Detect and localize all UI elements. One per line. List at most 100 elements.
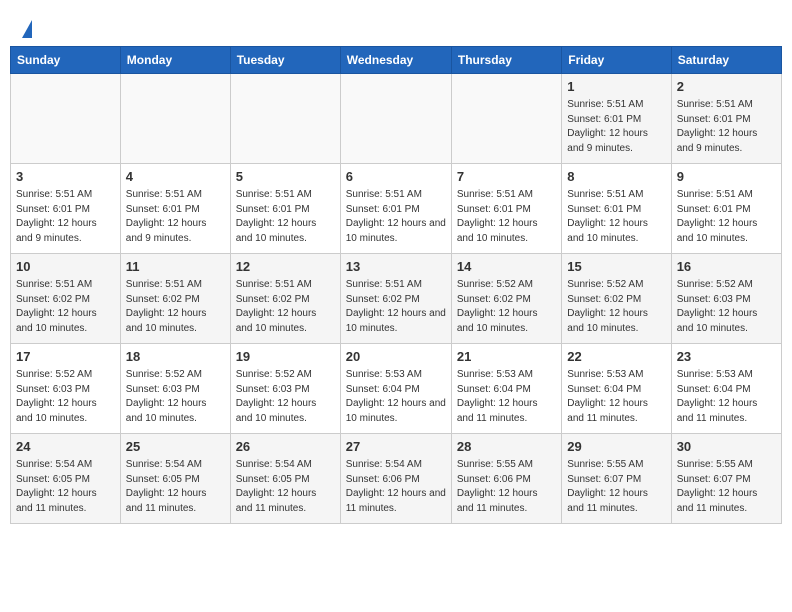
day-info: Sunrise: 5:55 AM Sunset: 6:07 PM Dayligh… — [677, 458, 776, 516]
day-info: Sunrise: 5:53 AM Sunset: 6:04 PM Dayligh… — [567, 368, 665, 426]
calendar-cell — [230, 74, 340, 164]
day-info: Sunrise: 5:52 AM Sunset: 6:03 PM Dayligh… — [236, 368, 335, 426]
day-info: Sunrise: 5:51 AM Sunset: 6:02 PM Dayligh… — [16, 278, 115, 336]
calendar-cell — [340, 74, 451, 164]
calendar-cell: 16Sunrise: 5:52 AM Sunset: 6:03 PM Dayli… — [671, 254, 781, 344]
weekday-header-saturday: Saturday — [671, 47, 781, 74]
calendar-cell: 20 Sunrise: 5:53 AM Sunset: 6:04 PM Dayli… — [340, 344, 451, 434]
calendar-week-1: 1 Sunrise: 5:51 AM Sunset: 6:01 PM Daylig… — [11, 74, 782, 164]
calendar-cell: 21 Sunrise: 5:53 AM Sunset: 6:04 PM Dayli… — [451, 344, 561, 434]
day-info: Sunrise: 5:51 AM Sunset: 6:01 PM Dayligh… — [126, 188, 225, 246]
calendar-week-4: 17 Sunrise: 5:52 AM Sunset: 6:03 PM Dayli… — [11, 344, 782, 434]
calendar-cell: 29 Sunrise: 5:55 AM Sunset: 6:07 PM Dayli… — [562, 434, 671, 524]
calendar-cell: 2 Sunrise: 5:51 AM Sunset: 6:01 PM Daylig… — [671, 74, 781, 164]
calendar-cell: 28 Sunrise: 5:55 AM Sunset: 6:06 PM Dayli… — [451, 434, 561, 524]
calendar-cell: 27Sunrise: 5:54 AM Sunset: 6:06 PM Dayli… — [340, 434, 451, 524]
day-number: 6 — [346, 168, 446, 186]
calendar-cell: 8 Sunrise: 5:51 AM Sunset: 6:01 PM Daylig… — [562, 164, 671, 254]
day-number: 23 — [677, 348, 776, 366]
day-number: 2 — [677, 78, 776, 96]
day-info: Sunrise: 5:53 AM Sunset: 6:04 PM Dayligh… — [457, 368, 556, 426]
day-number: 24 — [16, 438, 115, 456]
day-number: 5 — [236, 168, 335, 186]
calendar-cell: 1 Sunrise: 5:51 AM Sunset: 6:01 PM Daylig… — [562, 74, 671, 164]
day-number: 21 — [457, 348, 556, 366]
calendar-week-3: 10 Sunrise: 5:51 AM Sunset: 6:02 PM Dayli… — [11, 254, 782, 344]
calendar-cell — [120, 74, 230, 164]
calendar-cell: 24Sunrise: 5:54 AM Sunset: 6:05 PM Dayli… — [11, 434, 121, 524]
calendar-body: 1 Sunrise: 5:51 AM Sunset: 6:01 PM Daylig… — [11, 74, 782, 524]
page-header — [10, 10, 782, 41]
day-info: Sunrise: 5:51 AM Sunset: 6:02 PM Dayligh… — [236, 278, 335, 336]
day-info: Sunrise: 5:51 AM Sunset: 6:01 PM Dayligh… — [567, 188, 665, 246]
day-number: 19 — [236, 348, 335, 366]
logo-triangle-icon — [22, 20, 32, 38]
day-info: Sunrise: 5:51 AM Sunset: 6:02 PM Dayligh… — [126, 278, 225, 336]
weekday-header-thursday: Thursday — [451, 47, 561, 74]
weekday-header-friday: Friday — [562, 47, 671, 74]
day-info: Sunrise: 5:52 AM Sunset: 6:03 PM Dayligh… — [16, 368, 115, 426]
day-number: 14 — [457, 258, 556, 276]
day-number: 1 — [567, 78, 665, 96]
calendar-cell: 15 Sunrise: 5:52 AM Sunset: 6:02 PM Dayli… — [562, 254, 671, 344]
calendar-cell: 7Sunrise: 5:51 AM Sunset: 6:01 PM Daylig… — [451, 164, 561, 254]
weekday-header-wednesday: Wednesday — [340, 47, 451, 74]
calendar-cell — [451, 74, 561, 164]
day-info: Sunrise: 5:51 AM Sunset: 6:01 PM Dayligh… — [567, 98, 665, 156]
day-number: 16 — [677, 258, 776, 276]
day-number: 12 — [236, 258, 335, 276]
day-info: Sunrise: 5:51 AM Sunset: 6:01 PM Dayligh… — [677, 98, 776, 156]
day-info: Sunrise: 5:52 AM Sunset: 6:02 PM Dayligh… — [567, 278, 665, 336]
day-number: 11 — [126, 258, 225, 276]
day-info: Sunrise: 5:54 AM Sunset: 6:06 PM Dayligh… — [346, 458, 446, 516]
day-number: 8 — [567, 168, 665, 186]
calendar-cell: 22 Sunrise: 5:53 AM Sunset: 6:04 PM Dayli… — [562, 344, 671, 434]
day-number: 7 — [457, 168, 556, 186]
calendar-week-2: 3Sunrise: 5:51 AM Sunset: 6:01 PM Daylig… — [11, 164, 782, 254]
day-number: 15 — [567, 258, 665, 276]
day-number: 17 — [16, 348, 115, 366]
calendar-header: SundayMondayTuesdayWednesdayThursdayFrid… — [11, 47, 782, 74]
calendar-week-5: 24 Sunrise: 5:54 AM Sunset: 6:05 PM Dayli… — [11, 434, 782, 524]
day-info: Sunrise: 5:54 AM Sunset: 6:05 PM Dayligh… — [236, 458, 335, 516]
day-number: 28 — [457, 438, 556, 456]
calendar-cell: 12 Sunrise: 5:51 AM Sunset: 6:02 PM Dayli… — [230, 254, 340, 344]
calendar-cell: 25Sunrise: 5:54 AM Sunset: 6:05 PM Dayli… — [120, 434, 230, 524]
day-info: Sunrise: 5:53 AM Sunset: 6:04 PM Dayligh… — [677, 368, 776, 426]
calendar-cell: 17 Sunrise: 5:52 AM Sunset: 6:03 PM Dayli… — [11, 344, 121, 434]
day-number: 22 — [567, 348, 665, 366]
logo — [20, 20, 32, 36]
calendar-cell: 11 Sunrise: 5:51 AM Sunset: 6:02 PM Dayli… — [120, 254, 230, 344]
day-info: Sunrise: 5:55 AM Sunset: 6:07 PM Dayligh… — [567, 458, 665, 516]
calendar-cell: 30 Sunrise: 5:55 AM Sunset: 6:07 PM Dayli… — [671, 434, 781, 524]
calendar-cell: 9 Sunrise: 5:51 AM Sunset: 6:01 PM Daylig… — [671, 164, 781, 254]
day-number: 10 — [16, 258, 115, 276]
day-number: 4 — [126, 168, 225, 186]
calendar-cell: 13Sunrise: 5:51 AM Sunset: 6:02 PM Dayli… — [340, 254, 451, 344]
day-info: Sunrise: 5:51 AM Sunset: 6:01 PM Dayligh… — [236, 188, 335, 246]
day-info: Sunrise: 5:51 AM Sunset: 6:01 PM Dayligh… — [346, 188, 446, 246]
calendar-table: SundayMondayTuesdayWednesdayThursdayFrid… — [10, 46, 782, 524]
calendar-cell: 5 Sunrise: 5:51 AM Sunset: 6:01 PM Daylig… — [230, 164, 340, 254]
day-number: 29 — [567, 438, 665, 456]
calendar-cell: 26 Sunrise: 5:54 AM Sunset: 6:05 PM Dayli… — [230, 434, 340, 524]
calendar-cell — [11, 74, 121, 164]
calendar-cell: 19 Sunrise: 5:52 AM Sunset: 6:03 PM Dayli… — [230, 344, 340, 434]
day-info: Sunrise: 5:55 AM Sunset: 6:06 PM Dayligh… — [457, 458, 556, 516]
day-number: 20 — [346, 348, 446, 366]
day-info: Sunrise: 5:51 AM Sunset: 6:01 PM Dayligh… — [677, 188, 776, 246]
calendar-cell: 18Sunrise: 5:52 AM Sunset: 6:03 PM Dayli… — [120, 344, 230, 434]
day-info: Sunrise: 5:54 AM Sunset: 6:05 PM Dayligh… — [126, 458, 225, 516]
weekday-header-row: SundayMondayTuesdayWednesdayThursdayFrid… — [11, 47, 782, 74]
day-number: 18 — [126, 348, 225, 366]
calendar-cell: 3Sunrise: 5:51 AM Sunset: 6:01 PM Daylig… — [11, 164, 121, 254]
day-info: Sunrise: 5:53 AM Sunset: 6:04 PM Dayligh… — [346, 368, 446, 426]
weekday-header-tuesday: Tuesday — [230, 47, 340, 74]
weekday-header-monday: Monday — [120, 47, 230, 74]
day-number: 30 — [677, 438, 776, 456]
calendar-cell: 23 Sunrise: 5:53 AM Sunset: 6:04 PM Dayli… — [671, 344, 781, 434]
day-number: 9 — [677, 168, 776, 186]
day-number: 26 — [236, 438, 335, 456]
day-info: Sunrise: 5:52 AM Sunset: 6:02 PM Dayligh… — [457, 278, 556, 336]
calendar-cell: 10 Sunrise: 5:51 AM Sunset: 6:02 PM Dayli… — [11, 254, 121, 344]
